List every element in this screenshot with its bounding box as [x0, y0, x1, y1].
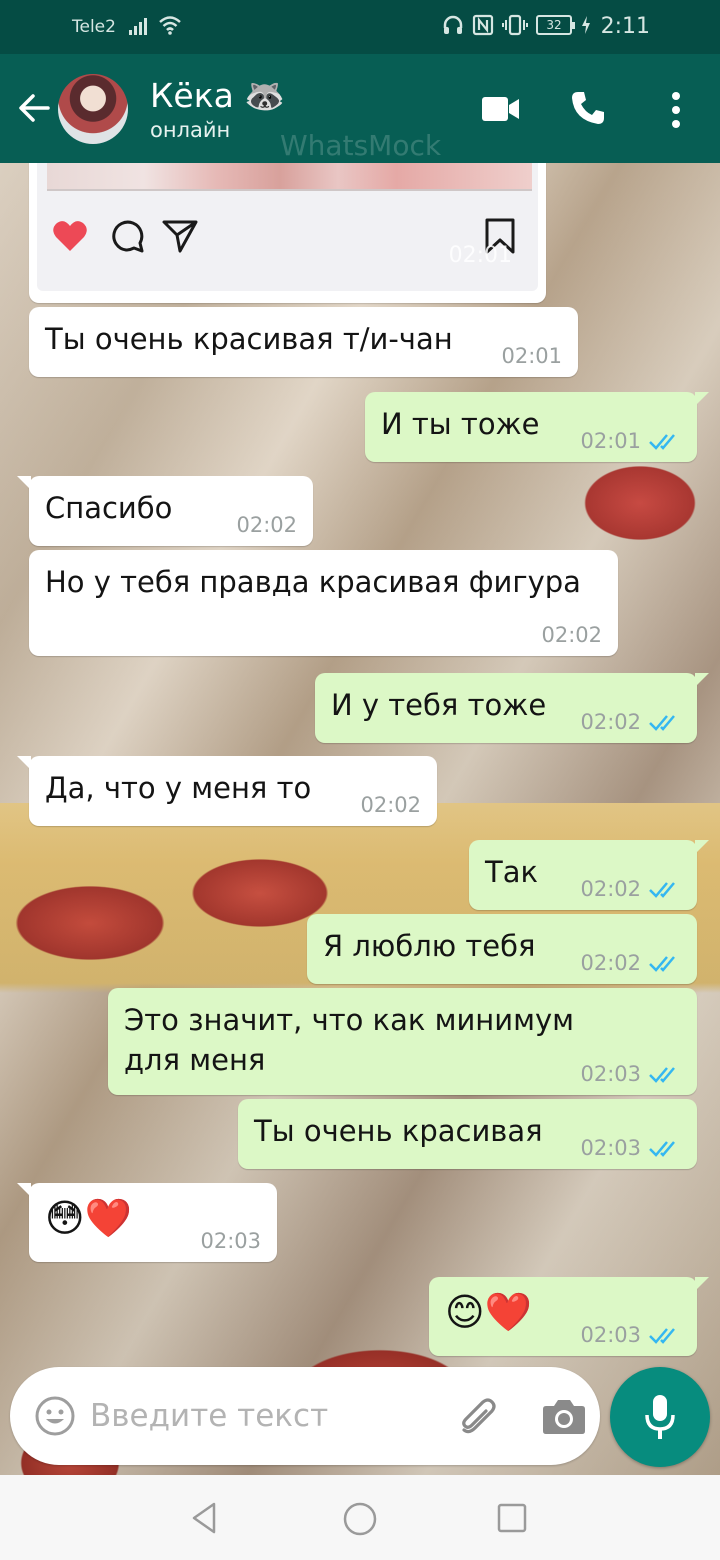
message-outgoing[interactable]: Так 02:02 — [469, 840, 709, 910]
watermark: WhatsMock — [280, 129, 442, 162]
voice-record-button[interactable] — [610, 1367, 710, 1467]
message-incoming[interactable]: Спасибо 02:02 — [17, 476, 313, 546]
carrier-label: Tele2 — [72, 17, 116, 37]
message-incoming[interactable]: Но у тебя правда красивая фигура 02:02 — [29, 550, 618, 656]
emoji-icon[interactable] — [34, 1395, 76, 1437]
back-arrow-icon[interactable] — [16, 90, 52, 126]
message-time: 02:02 — [580, 951, 641, 975]
read-ticks-icon — [649, 1328, 675, 1344]
charging-icon — [582, 16, 590, 34]
vibrate-icon — [502, 14, 528, 36]
read-ticks-icon — [649, 1141, 675, 1157]
wifi-icon — [159, 16, 181, 35]
nav-back-icon[interactable] — [188, 1501, 222, 1535]
nav-home-icon[interactable] — [342, 1501, 378, 1537]
headphones-icon — [443, 15, 463, 34]
phone-icon[interactable] — [570, 90, 606, 126]
post-time: 02:01 — [448, 243, 512, 268]
nfc-icon — [472, 14, 494, 36]
comment-icon — [112, 220, 144, 253]
chat-header: Кёка 🦝 онлайн WhatsMock — [0, 54, 720, 163]
message-input[interactable] — [90, 1393, 430, 1439]
contact-name[interactable]: Кёка 🦝 — [150, 76, 285, 116]
share-icon — [162, 220, 198, 253]
read-ticks-icon — [649, 434, 675, 450]
contact-status: онлайн — [150, 118, 231, 142]
message-text: Но у тебя правда красивая фигура — [45, 565, 581, 599]
message-outgoing[interactable]: 😊❤️ 02:03 — [429, 1277, 709, 1356]
heart-icon — [53, 221, 87, 251]
message-incoming[interactable]: Ты очень красивая т/и-чан 02:01 — [29, 307, 578, 377]
read-ticks-icon — [649, 715, 675, 731]
message-time: 02:01 — [580, 429, 641, 453]
attach-icon[interactable] — [456, 1395, 500, 1439]
message-incoming[interactable]: Да, что у меня то 02:02 — [17, 756, 437, 826]
read-ticks-icon — [649, 1067, 675, 1083]
chat-messages[interactable]: 02:01 Ты очень красивая т/и-чан 02:01 И … — [0, 163, 720, 1475]
message-outgoing[interactable]: Я люблю тебя 02:02 — [307, 914, 697, 984]
video-call-icon[interactable] — [482, 96, 520, 122]
message-incoming[interactable]: 😳❤️ 02:03 — [17, 1183, 277, 1262]
battery-indicator: 32 — [536, 15, 575, 35]
message-composer — [10, 1367, 600, 1465]
message-time: 02:03 — [580, 1062, 641, 1086]
post-image — [47, 163, 532, 191]
message-outgoing[interactable]: И ты тоже 02:01 — [365, 392, 709, 462]
contact-avatar[interactable] — [58, 74, 128, 144]
status-clock: 2:11 — [600, 14, 650, 39]
post-preview: 02:01 — [37, 163, 538, 291]
message-time: 02:03 — [580, 1136, 641, 1160]
message-time: 02:02 — [360, 793, 421, 817]
read-ticks-icon — [649, 956, 675, 972]
signal-icon — [129, 18, 147, 35]
message-text: Это значит, что как минимум для меня — [124, 1003, 575, 1077]
nav-recents-icon[interactable] — [496, 1502, 528, 1534]
message-outgoing[interactable]: Ты очень красивая 02:03 — [238, 1099, 697, 1169]
message-time: 02:02 — [541, 623, 602, 647]
camera-icon[interactable] — [542, 1397, 586, 1435]
message-text: Ты очень красивая т/и-чан — [45, 322, 453, 356]
read-ticks-icon — [649, 882, 675, 898]
mic-icon — [645, 1395, 675, 1439]
status-bar: Tele2 32 2:11 — [0, 0, 720, 54]
more-menu-icon[interactable] — [668, 90, 684, 130]
message-time: 02:02 — [580, 877, 641, 901]
message-time: 02:01 — [501, 344, 562, 368]
system-nav-bar — [0, 1475, 720, 1560]
message-time: 02:02 — [580, 710, 641, 734]
message-outgoing[interactable]: И у тебя тоже 02:02 — [315, 673, 709, 743]
message-time: 02:03 — [580, 1323, 641, 1347]
shared-post-card[interactable]: 02:01 — [29, 163, 546, 303]
message-outgoing[interactable]: Это значит, что как минимум для меня 02:… — [108, 988, 697, 1095]
message-time: 02:03 — [200, 1229, 261, 1253]
message-time: 02:02 — [236, 513, 297, 537]
